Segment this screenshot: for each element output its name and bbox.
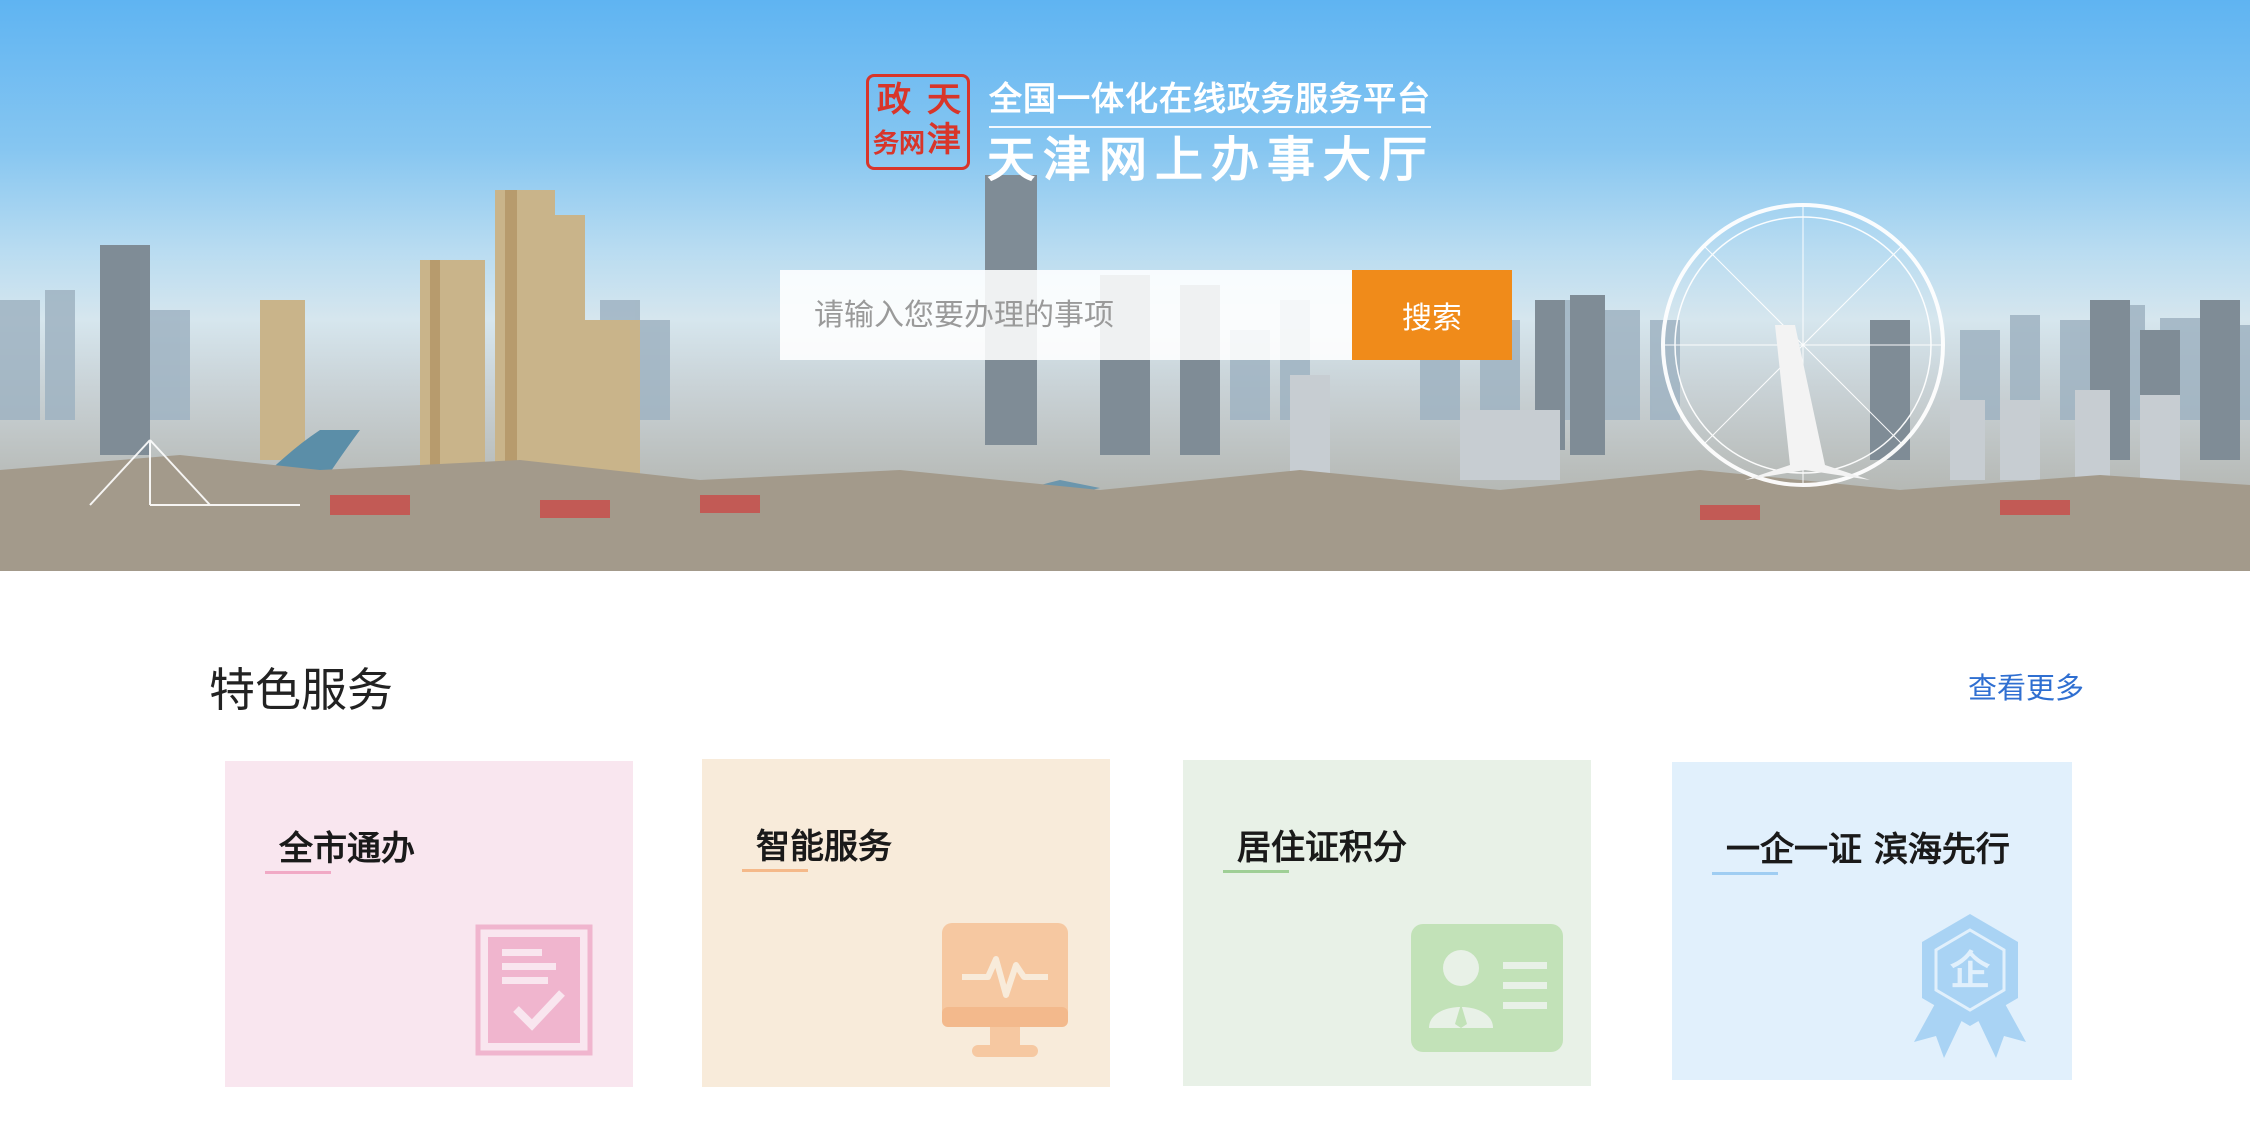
card-title: 智能服务 bbox=[756, 827, 892, 867]
card-title: 一企一证 滨海先行 bbox=[1726, 830, 2010, 870]
view-more-link[interactable]: 查看更多 bbox=[1968, 665, 2084, 707]
card-accent-line bbox=[1712, 872, 1778, 875]
service-card-citywide[interactable]: 全市通办 bbox=[225, 761, 633, 1087]
section-title: 特色服务 bbox=[209, 663, 393, 717]
seal-char: 津 bbox=[927, 120, 961, 160]
tianjin-government-seal-logo: 天 津 政 务网 bbox=[866, 74, 970, 170]
seal-char: 政 bbox=[877, 80, 911, 120]
platform-branding: 天 津 政 务网 全国一体化在线政务服务平台 天津网上办事大厅 bbox=[866, 70, 1431, 188]
hero-banner: 天 津 政 务网 全国一体化在线政务服务平台 天津网上办事大厅 搜索 bbox=[0, 0, 2250, 571]
svg-text:企: 企 bbox=[1950, 948, 1991, 994]
card-title: 全市通办 bbox=[279, 829, 415, 869]
document-check-icon bbox=[475, 924, 593, 1056]
card-accent-line bbox=[1223, 870, 1289, 873]
service-card-smart-service[interactable]: 智能服务 bbox=[702, 759, 1110, 1087]
service-card-residence-points[interactable]: 居住证积分 bbox=[1183, 760, 1591, 1086]
search-button[interactable]: 搜索 bbox=[1352, 270, 1512, 360]
search-input[interactable] bbox=[780, 270, 1352, 360]
monitor-pulse-icon bbox=[942, 923, 1068, 1057]
seal-char: 天 bbox=[927, 80, 961, 120]
seal-char: 务网 bbox=[873, 129, 926, 159]
card-accent-line bbox=[742, 869, 808, 872]
card-accent-line bbox=[265, 871, 331, 874]
service-card-one-enterprise-one-license[interactable]: 一企一证 滨海先行 企 bbox=[1672, 762, 2072, 1080]
id-card-icon bbox=[1411, 924, 1563, 1052]
enterprise-badge-icon: 企 bbox=[1914, 914, 2026, 1058]
platform-title: 天津网上办事大厅 bbox=[987, 132, 1436, 188]
card-title: 居住证积分 bbox=[1237, 828, 1407, 868]
search-form: 搜索 bbox=[780, 270, 1512, 360]
